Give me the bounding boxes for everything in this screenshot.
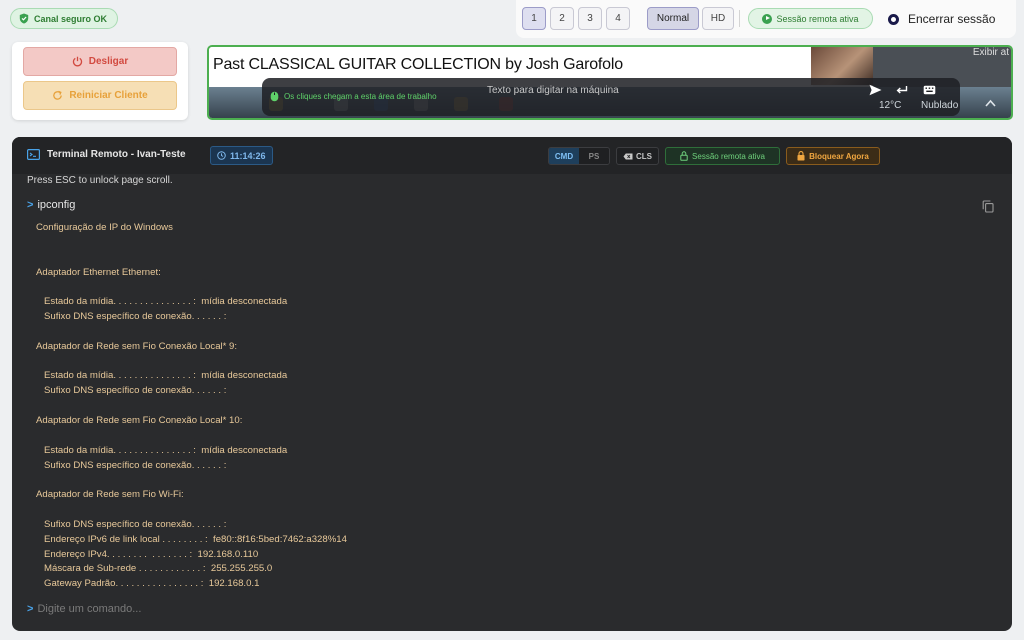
output-line: Sufixo DNS específico de conexão. . . . … (36, 311, 227, 323)
monitor-4-button[interactable]: 4 (606, 7, 630, 30)
secure-channel-label: Canal seguro OK (34, 13, 108, 24)
lock-icon (797, 151, 805, 161)
terminal-session-badge: Sessão remota ativa (665, 147, 780, 165)
quality-hd-button[interactable]: HD (702, 7, 734, 30)
executed-command-line: > ipconfig (27, 199, 75, 211)
output-line: Adaptador de Rede sem Fio Conexão Local*… (36, 340, 238, 352)
chevron-up-icon (985, 99, 996, 107)
output-line: Estado da mídia. . . . . . . . . . . . .… (36, 444, 288, 456)
keyboard-button[interactable] (921, 82, 937, 98)
output-line: Sufixo DNS específico de conexão. . . . … (36, 518, 227, 530)
tray-temperature: 12°C (879, 100, 902, 111)
output-line: Estado da mídia. . . . . . . . . . . . .… (36, 296, 288, 308)
terminal-clock: 11:14:26 (230, 150, 266, 161)
command-output: Configuração de IP do Windows Adaptador E… (36, 221, 636, 592)
quality-normal-button[interactable]: Normal (647, 7, 699, 30)
terminal-title: Terminal Remoto - Ivan-Teste (27, 149, 186, 160)
remote-input-overlay: Os cliques chegam a esta área de trabalh… (262, 78, 960, 116)
power-controls-card: Desligar Reiniciar Cliente (12, 42, 188, 120)
monitor-3-button[interactable]: 3 (578, 7, 602, 30)
lock-now-label: Bloquear Agora (809, 151, 869, 161)
backspace-icon (623, 153, 633, 159)
terminal-title-label: Terminal Remoto - Ivan-Teste (47, 149, 186, 160)
top-bar: Canal seguro OK 1 2 3 4 Normal HD Sessão… (0, 0, 1024, 40)
toolbar-divider (739, 10, 740, 27)
mode-ps-button[interactable]: PS (579, 148, 609, 164)
play-circle-icon (762, 13, 773, 24)
terminal-icon (27, 149, 40, 160)
restart-client-label: Reiniciar Cliente (69, 90, 148, 101)
monitor-1-button[interactable]: 1 (522, 7, 546, 30)
copy-icon[interactable] (982, 200, 994, 213)
enter-key-button[interactable] (894, 82, 910, 98)
output-line: Adaptador Ethernet Ethernet: (36, 266, 161, 278)
terminal-session-label: Sessão remota ativa (692, 151, 765, 161)
tray-weather: Nublado (921, 100, 959, 111)
remote-screen-view[interactable]: Past CLASSICAL GUITAR COLLECTION by Josh… (207, 45, 1013, 120)
power-icon (72, 56, 82, 67)
output-line: Configuração de IP do Windows (36, 222, 173, 233)
remote-window-text: Exibir at (972, 47, 1009, 58)
command-input-row: > (27, 601, 438, 617)
prompt-chevron-icon: > (27, 199, 34, 211)
clock-icon (217, 151, 226, 160)
enter-icon (896, 86, 908, 94)
output-line: Endereço IPv6 de link local . . . . . . … (36, 533, 347, 545)
terminal-header: Terminal Remoto - Ivan-Teste 11:14:26 CM… (12, 137, 1012, 174)
end-session-label: Encerrar sessão (908, 12, 996, 26)
clicks-hint: Os cliques chegam a esta área de trabalh… (270, 91, 437, 102)
end-session-button[interactable]: Encerrar sessão (888, 9, 995, 29)
clear-screen-button[interactable]: CLS (616, 147, 659, 165)
radio-dot-icon (888, 13, 899, 25)
restart-client-button[interactable]: Reiniciar Cliente (23, 81, 177, 110)
type-to-machine-input[interactable] (487, 80, 867, 100)
output-line: Endereço IPv4. . . . . . . . . . . . . .… (36, 548, 259, 560)
secure-channel-badge: Canal seguro OK (10, 8, 119, 29)
shield-check-icon (19, 13, 29, 24)
output-line: Máscara de Sub-rede . . . . . . . . . . … (36, 563, 273, 575)
send-text-button[interactable] (867, 82, 883, 98)
executed-command: ipconfig (37, 199, 76, 211)
refresh-icon (53, 90, 63, 100)
video-title: Past CLASSICAL GUITAR COLLECTION by Josh… (213, 56, 623, 73)
command-input[interactable] (37, 601, 438, 617)
mode-cmd-button[interactable]: CMD (549, 148, 579, 164)
keyboard-icon (923, 85, 935, 95)
output-line: Estado da mídia. . . . . . . . . . . . .… (36, 370, 288, 382)
shell-mode-toggle: CMD PS (548, 147, 610, 165)
clear-screen-label: CLS (636, 151, 652, 161)
lock-open-icon (680, 151, 688, 161)
prompt-chevron-icon: > (27, 603, 34, 615)
remote-session-badge: Sessão remota ativa (748, 8, 873, 29)
monitor-2-button[interactable]: 2 (550, 7, 574, 30)
clicks-hint-label: Os cliques chegam a esta área de trabalh… (284, 92, 437, 101)
output-line: Adaptador de Rede sem Fio Conexão Local*… (36, 414, 243, 426)
terminal-clock-badge: 11:14:26 (210, 146, 273, 165)
output-line: Sufixo DNS específico de conexão. . . . … (36, 459, 227, 471)
output-line: Sufixo DNS específico de conexão. . . . … (36, 385, 227, 397)
remote-terminal: Terminal Remoto - Ivan-Teste 11:14:26 CM… (12, 137, 1012, 631)
remote-session-label: Sessão remota ativa (776, 13, 859, 24)
output-line: Adaptador de Rede sem Fio Wi-Fi: (36, 489, 184, 501)
mouse-icon (270, 91, 279, 102)
send-icon (869, 84, 881, 96)
lock-now-button[interactable]: Bloquear Agora (786, 147, 880, 165)
shutdown-button[interactable]: Desligar (23, 47, 177, 76)
scroll-lock-note: Press ESC to unlock page scroll. (27, 175, 173, 186)
output-line: Gateway Padrão. . . . . . . . . . . . . … (36, 578, 260, 590)
shutdown-label: Desligar (88, 56, 129, 67)
